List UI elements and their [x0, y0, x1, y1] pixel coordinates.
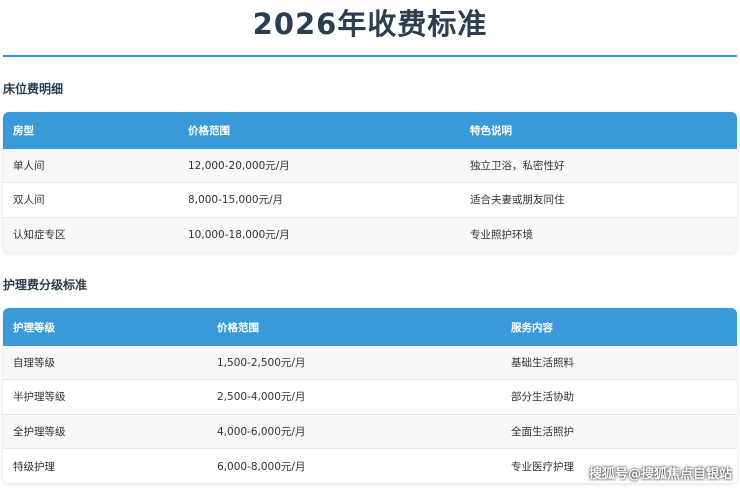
care-section-heading: 护理费分级标准 [3, 278, 88, 292]
bed-fee-table: 房型 价格范围 特色说明 单人间 12,000-20,000元/月 独立卫浴，私… [3, 112, 737, 252]
table-row: 认知症专区 10,000-18,000元/月 专业照护环境 [3, 217, 737, 252]
care-level-cell: 特级护理 [13, 460, 55, 473]
care-level-cell: 半护理等级 [13, 391, 66, 404]
table-header-row: 护理等级 价格范围 服务内容 [3, 308, 737, 346]
price-cell: 2,500-4,000元/月 [217, 391, 306, 404]
bed-section-heading: 床位费明细 [3, 82, 64, 96]
service-cell: 全面生活照护 [511, 425, 574, 438]
column-header-price-range: 价格范围 [217, 321, 259, 334]
price-cell: 1,500-2,500元/月 [217, 357, 306, 370]
table-row: 单人间 12,000-20,000元/月 独立卫浴，私密性好 [3, 149, 737, 184]
column-header-price-range: 价格范围 [188, 125, 230, 137]
watermark: 搜狐号@搜狐焦点自银站 [588, 467, 732, 482]
column-header-service-content: 服务内容 [511, 321, 553, 334]
feature-cell: 专业照护环境 [470, 229, 533, 242]
price-cell: 4,000-6,000元/月 [217, 425, 306, 438]
table-row: 自理等级 1,500-2,500元/月 基础生活照料 [3, 346, 737, 381]
table-row: 半护理等级 2,500-4,000元/月 部分生活协助 [3, 380, 737, 415]
service-cell: 部分生活协助 [511, 391, 574, 404]
room-type-cell: 认知症专区 [13, 229, 66, 242]
room-type-cell: 双人间 [13, 194, 45, 207]
column-header-features: 特色说明 [470, 125, 512, 137]
feature-cell: 独立卫浴，私密性好 [470, 160, 565, 173]
price-cell: 12,000-20,000元/月 [188, 160, 290, 173]
table-row: 全护理等级 4,000-6,000元/月 全面生活照护 [3, 414, 737, 449]
table-header-row: 房型 价格范围 特色说明 [3, 112, 737, 149]
price-cell: 10,000-18,000元/月 [188, 229, 290, 242]
price-cell: 6,000-8,000元/月 [217, 460, 306, 473]
service-cell: 基础生活照料 [511, 357, 574, 370]
price-cell: 8,000-15,000元/月 [188, 194, 284, 207]
table-row: 双人间 8,000-15,000元/月 适合夫妻或朋友同住 [3, 183, 737, 218]
feature-cell: 适合夫妻或朋友同住 [470, 194, 565, 207]
room-type-cell: 单人间 [13, 160, 45, 173]
page: 2026年收费标准 床位费明细 房型 价格范围 特色说明 单人间 12,000-… [0, 0, 740, 489]
care-level-cell: 自理等级 [13, 357, 55, 370]
care-level-cell: 全护理等级 [13, 425, 66, 438]
column-header-room-type: 房型 [13, 125, 34, 137]
title-divider [3, 55, 737, 57]
column-header-care-level: 护理等级 [13, 321, 55, 334]
page-title: 2026年收费标准 [252, 7, 488, 41]
care-fee-table: 护理等级 价格范围 服务内容 自理等级 1,500-2,500元/月 基础生活照… [3, 308, 737, 484]
